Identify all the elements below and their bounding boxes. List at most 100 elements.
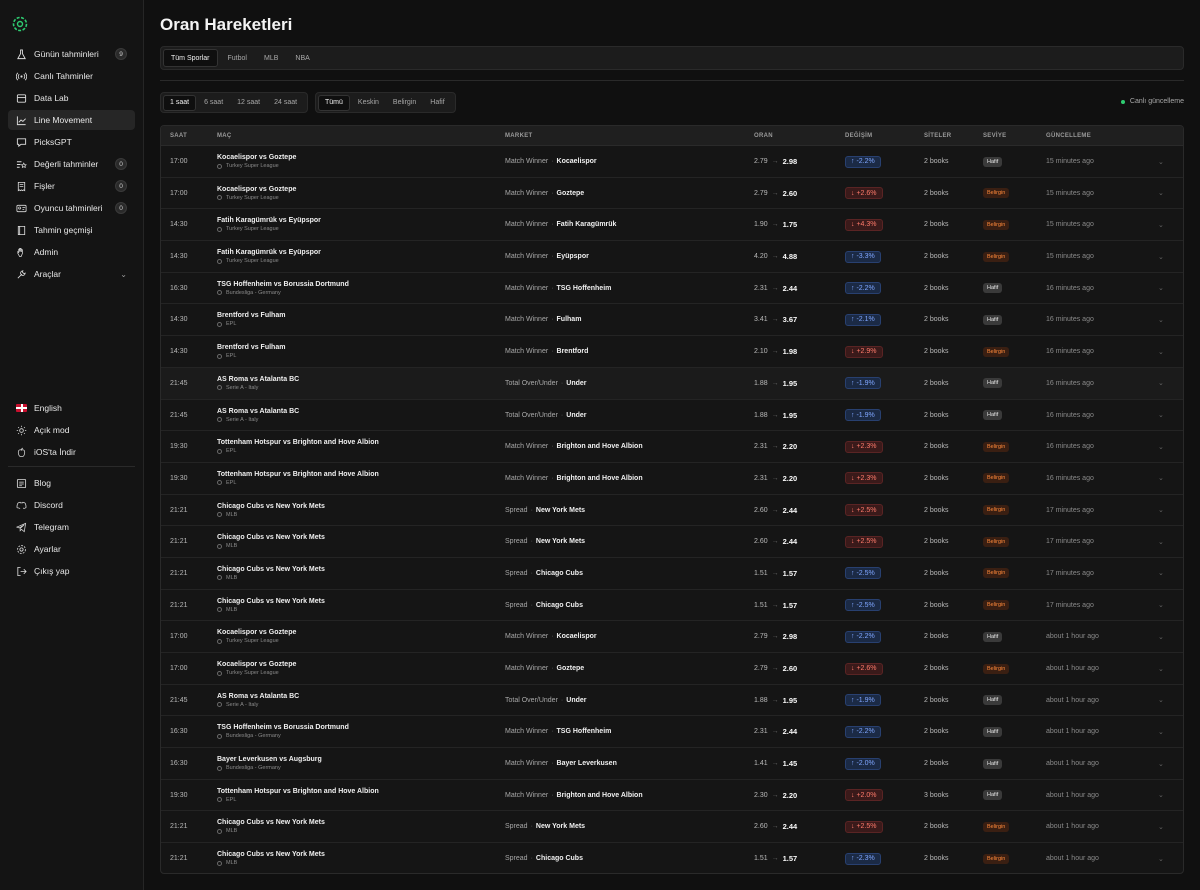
table-row[interactable]: 17:00 Kocaelispor vs Goztepe Turkey Super … (161, 621, 1183, 653)
settings-link[interactable]: Ayarlar (8, 539, 135, 559)
column-header-seviye[interactable]: SEVİYE (983, 126, 1006, 146)
theme-toggle[interactable]: Açık mod (8, 420, 135, 440)
chevron-down-icon[interactable]: ⌄ (1158, 843, 1164, 873)
chevron-down-icon[interactable]: ⌄ (1158, 146, 1164, 177)
table-row[interactable]: 21:21 Chicago Cubs vs New York Mets MLB Spr… (161, 811, 1183, 844)
market-cell: Match Winner · Goztepe (505, 653, 584, 684)
table-row[interactable]: 14:30 Brentford vs Fulham EPL Match Winner ·… (161, 336, 1183, 368)
table-row[interactable]: 21:45 AS Roma vs Atalanta BC Serie A - Ita… (161, 685, 1183, 717)
table-row[interactable]: 19:30 Tottenham Hotspur vs Brighton and H… (161, 780, 1183, 812)
sidebar-item-fisler[interactable]: Fişler 0 (8, 176, 135, 196)
table-row[interactable]: 14:30 Brentford vs Fulham EPL Match Winner ·… (161, 304, 1183, 337)
column-header-mac[interactable]: MAÇ (217, 126, 232, 146)
tab-24-saat[interactable]: 24 saat (268, 95, 303, 111)
chevron-down-icon[interactable]: ⌄ (1158, 368, 1164, 399)
table-row[interactable]: 21:45 AS Roma vs Atalanta BC Serie A - Ita… (161, 367, 1183, 400)
table-row[interactable]: 16:30 TSG Hoffenheim vs Borussia Dortmund… (161, 716, 1183, 749)
blog-link[interactable]: Blog (8, 473, 135, 493)
table-row[interactable]: 17:00 Kocaelispor vs Goztepe Turkey Super … (161, 653, 1183, 685)
sidebar-item-tahmin-gecmisi[interactable]: Tahmin geçmişi (8, 220, 135, 240)
chevron-down-icon[interactable]: ⌄ (1158, 811, 1164, 842)
arrow-right-icon: → (771, 696, 779, 704)
sidebar-item-line-movement[interactable]: Line Movement (8, 110, 135, 130)
chevron-down-icon[interactable]: ⌄ (1158, 621, 1164, 652)
table-row[interactable]: 14:30 Fatih Karagümrük vs Eyüpspor Turkey … (161, 209, 1183, 242)
tab-tumu[interactable]: Tümü (318, 94, 350, 111)
kickoff-time: 16:30 (170, 284, 188, 292)
tab-nba[interactable]: NBA (288, 49, 316, 67)
market-selection: Brighton and Hove Albion (556, 474, 643, 482)
sidebar-item-gunun-tahminleri[interactable]: Günün tahminleri 9 (8, 44, 135, 64)
table-row[interactable]: 21:21 Chicago Cubs vs New York Mets MLB Spr… (161, 558, 1183, 590)
logout-link[interactable]: Çıkış yap (8, 561, 135, 581)
table-row[interactable]: 21:45 AS Roma vs Atalanta BC Serie A - Ita… (161, 400, 1183, 432)
chevron-down-icon[interactable]: ⌄ (1158, 400, 1164, 431)
sidebar-item-oyuncu-tahminleri[interactable]: Oyuncu tahminleri 0 (8, 198, 135, 218)
tab-mlb[interactable]: MLB (257, 49, 285, 67)
table-row[interactable]: 16:30 TSG Hoffenheim vs Borussia Dortmund… (161, 273, 1183, 305)
column-header-guncelleme[interactable]: GÜNCELLEME (1046, 126, 1091, 146)
tab-1-saat[interactable]: 1 saat (163, 94, 197, 111)
chevron-down-icon[interactable]: ⌄ (1158, 463, 1164, 494)
chevron-down-icon[interactable]: ⌄ (1158, 685, 1164, 716)
tab-futbol[interactable]: Futbol (221, 49, 254, 67)
chevron-down-icon[interactable]: ⌄ (1158, 304, 1164, 335)
tab-hafif[interactable]: Hafif (424, 95, 450, 111)
sidebar-item-data-lab[interactable]: Data Lab (8, 88, 135, 108)
chevron-down-icon[interactable]: ⌄ (1158, 526, 1164, 557)
table-row[interactable]: 21:21 Chicago Cubs vs New York Mets MLB Spr… (161, 590, 1183, 622)
table-row[interactable]: 17:00 Kocaelispor vs Goztepe Turkey Super … (161, 146, 1183, 178)
chevron-down-icon[interactable]: ⌄ (1158, 558, 1164, 589)
chevron-down-icon[interactable]: ⌄ (1158, 590, 1164, 621)
league-name: Turkey Super League (226, 226, 279, 233)
tab-belirgin[interactable]: Belirgin (387, 95, 422, 111)
column-header-market[interactable]: MARKET (505, 126, 532, 146)
chevron-down-icon[interactable]: ⌄ (1158, 716, 1164, 747)
table-row[interactable]: 21:21 Chicago Cubs vs New York Mets MLB Spr… (161, 495, 1183, 527)
ios-download-link[interactable]: iOS'ta İndir (8, 442, 135, 462)
discord-link[interactable]: Discord (8, 495, 135, 515)
chevron-down-icon[interactable]: ⌄ (1158, 273, 1164, 304)
chevron-down-icon[interactable]: ⌄ (1158, 653, 1164, 684)
sidebar-item-admin[interactable]: Admin (8, 242, 135, 262)
sidebar-item-picksgpt[interactable]: PicksGPT (8, 132, 135, 152)
table-row[interactable]: 14:30 Fatih Karagümrük vs Eyüpspor Turkey … (161, 241, 1183, 273)
sidebar-item-canli-tahminler[interactable]: Canlı Tahminler (8, 66, 135, 86)
league-info: EPL (217, 321, 236, 327)
column-header-saat[interactable]: SAAT (170, 126, 187, 146)
table-row[interactable]: 21:21 Chicago Cubs vs New York Mets MLB Spr… (161, 526, 1183, 558)
chevron-down-icon[interactable]: ⌄ (1158, 336, 1164, 367)
sidebar-item-degerli-tahminler[interactable]: Değerli tahminler 0 (8, 154, 135, 174)
sites-count: 2 books (924, 189, 949, 197)
match-name: Brentford vs Fulham (217, 344, 286, 352)
column-header-degisim[interactable]: DEĞİŞİM (845, 126, 872, 146)
tab-12-saat[interactable]: 12 saat (231, 95, 266, 111)
level-cell: Belirgin (983, 495, 1010, 526)
sidebar-item-label: PicksGPT (34, 137, 72, 147)
brand-logo-icon[interactable] (12, 16, 28, 32)
table-row[interactable]: 16:30 Bayer Leverkusen vs Augsburg Bundesl… (161, 748, 1183, 780)
change-badge: ↑ -1.9% (845, 694, 881, 707)
table-row[interactable]: 17:00 Kocaelispor vs Goztepe Turkey Super … (161, 178, 1183, 210)
table-row[interactable]: 19:30 Tottenham Hotspur vs Brighton and H… (161, 463, 1183, 495)
column-header-oran[interactable]: ORAN (754, 126, 773, 146)
column-header-siteler[interactable]: SİTELER (924, 126, 951, 146)
chevron-down-icon[interactable]: ⌄ (1158, 495, 1164, 526)
tab-keskin[interactable]: Keskin (352, 95, 385, 111)
chevron-down-icon[interactable]: ⌄ (1158, 178, 1164, 209)
chevron-down-icon[interactable]: ⌄ (1158, 209, 1164, 240)
chevron-down-icon[interactable]: ⌄ (1158, 780, 1164, 811)
updated-time: 17 minutes ago (1046, 506, 1094, 514)
table-row[interactable]: 19:30 Tottenham Hotspur vs Brighton and H… (161, 431, 1183, 463)
chevron-down-icon[interactable]: ⌄ (1158, 431, 1164, 462)
tab-tum-sporlar[interactable]: Tüm Sporlar (163, 49, 218, 67)
chevron-down-icon[interactable]: ⌄ (1158, 241, 1164, 272)
tab-6-saat[interactable]: 6 saat (198, 95, 229, 111)
odds-cell: 2.31 → 2.44 (754, 273, 797, 304)
language-selector[interactable]: English (8, 398, 135, 418)
table-row[interactable]: 21:21 Chicago Cubs vs New York Mets MLB Spr… (161, 843, 1183, 873)
telegram-link[interactable]: Telegram (8, 517, 135, 537)
sidebar-item-araclar[interactable]: Araçlar ⌄ (8, 264, 135, 284)
league-name: Bundesliga - Germany (226, 733, 281, 740)
chevron-down-icon[interactable]: ⌄ (1158, 748, 1164, 779)
